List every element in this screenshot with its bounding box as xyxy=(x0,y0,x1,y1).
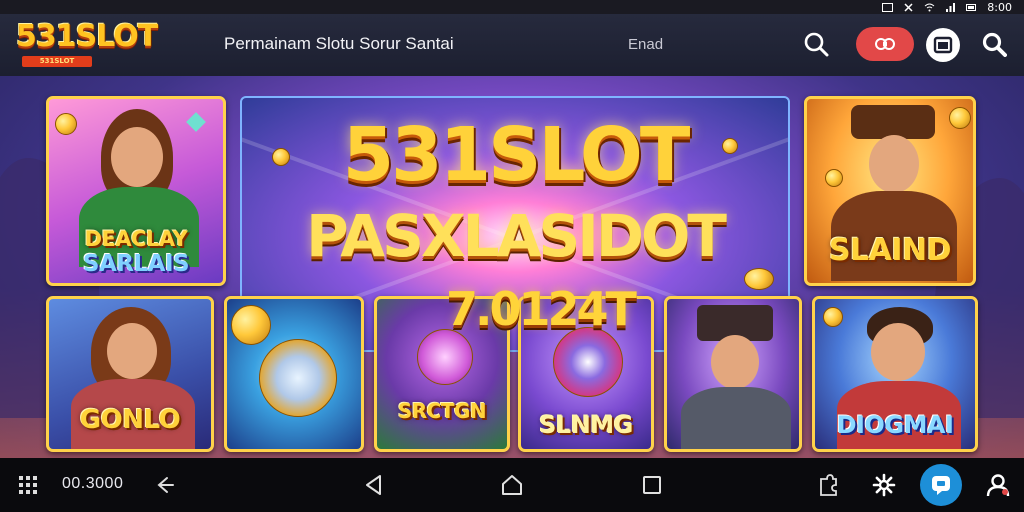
logo-text: 531SLOT xyxy=(16,19,158,54)
game-card-cowboy[interactable] xyxy=(664,296,802,452)
jackpot-amount: 7.0124T xyxy=(446,282,637,336)
coin-icon xyxy=(825,169,843,187)
signal-icon xyxy=(946,2,956,12)
character-face xyxy=(111,127,163,187)
profile-button[interactable] xyxy=(982,469,1014,501)
home-icon xyxy=(502,475,522,495)
game-card-gonlo[interactable]: GONLO xyxy=(46,296,214,452)
puzzle-icon xyxy=(820,474,837,496)
app-window: 8:00 531SLOT 531SLOT Permainam Slotu Sor… xyxy=(0,0,1024,512)
wifi-icon xyxy=(924,3,935,11)
search-secondary-button[interactable] xyxy=(978,28,1010,60)
coin-icon xyxy=(949,107,971,129)
coin-icon xyxy=(55,113,77,135)
window-icon xyxy=(933,36,953,54)
coin-icon xyxy=(259,339,337,417)
game-card-deaclay[interactable]: DEACLAY SARLAIS xyxy=(46,96,226,286)
coin-icon xyxy=(744,268,774,290)
hero-title: 531SLOT xyxy=(342,112,691,198)
game-label: DIOGMAI xyxy=(836,411,954,439)
close-small-icon xyxy=(904,2,913,12)
search-icon xyxy=(804,32,829,57)
coin-icon xyxy=(823,307,843,327)
character-hat xyxy=(851,105,935,139)
user-icon xyxy=(986,474,1010,497)
status-time: 8:00 xyxy=(987,0,1012,14)
character-body xyxy=(681,387,791,449)
game-label: SRCTGN xyxy=(397,399,487,423)
bottom-nav-bar: 00.3000 xyxy=(0,458,1024,512)
game-card-slaind[interactable]: SLAIND xyxy=(804,96,976,286)
header: 531SLOT 531SLOT Permainam Slotu Sorur Sa… xyxy=(0,14,1024,76)
logo[interactable]: 531SLOT 531SLOT xyxy=(16,22,192,70)
game-card-coin[interactable] xyxy=(224,296,364,452)
search-button[interactable] xyxy=(800,28,832,60)
home-button[interactable] xyxy=(496,469,528,501)
gamepad-button[interactable] xyxy=(812,469,844,501)
recents-square-icon xyxy=(643,476,661,494)
back-button[interactable] xyxy=(358,469,390,501)
apps-grid-button[interactable] xyxy=(12,469,44,501)
game-card-diogmai[interactable]: DIOGMAI xyxy=(812,296,978,452)
gift-icon xyxy=(875,38,895,50)
arrow-back-button[interactable] xyxy=(148,469,180,501)
hero-subtitle: PASXLASIDOT xyxy=(306,202,727,270)
coin-icon xyxy=(417,329,473,385)
coin-icon xyxy=(231,305,271,345)
game-label-line1: DEACLAY xyxy=(84,227,188,251)
character-face xyxy=(869,135,919,193)
coin-icon xyxy=(553,327,623,397)
character-face xyxy=(871,323,925,381)
chat-button-active[interactable] xyxy=(920,464,962,506)
game-label: SLNMG xyxy=(539,411,633,439)
grid-icon xyxy=(19,476,37,494)
status-bar: 8:00 xyxy=(0,0,1024,14)
game-stage: DEACLAY SARLAIS 531SLOT PASXLASIDOT SLAI… xyxy=(0,76,1024,458)
back-triangle-icon xyxy=(366,475,381,495)
gem-icon xyxy=(186,112,206,132)
character-face xyxy=(711,335,759,389)
arrow-left-icon xyxy=(157,477,174,493)
promo-button[interactable] xyxy=(856,27,914,61)
window-button[interactable] xyxy=(926,28,960,62)
game-label: GONLO xyxy=(79,405,181,435)
tagline: Permainam Slotu Sorur Santai xyxy=(224,34,454,53)
gear-icon xyxy=(872,473,896,497)
email-link[interactable]: Enad xyxy=(628,36,663,53)
game-label-line2: SARLAIS xyxy=(82,251,190,277)
character-face xyxy=(107,323,157,379)
logo-subtitle: 531SLOT xyxy=(22,56,92,67)
game-label: SLAIND xyxy=(828,233,952,268)
chat-bubble-icon xyxy=(932,476,950,495)
magnifier-icon xyxy=(982,32,1007,57)
battery-icon xyxy=(966,3,977,11)
settings-button[interactable] xyxy=(868,469,900,501)
recents-button[interactable] xyxy=(636,469,668,501)
cast-icon xyxy=(882,2,894,12)
nav-time-display: 00.3000 xyxy=(62,475,124,492)
